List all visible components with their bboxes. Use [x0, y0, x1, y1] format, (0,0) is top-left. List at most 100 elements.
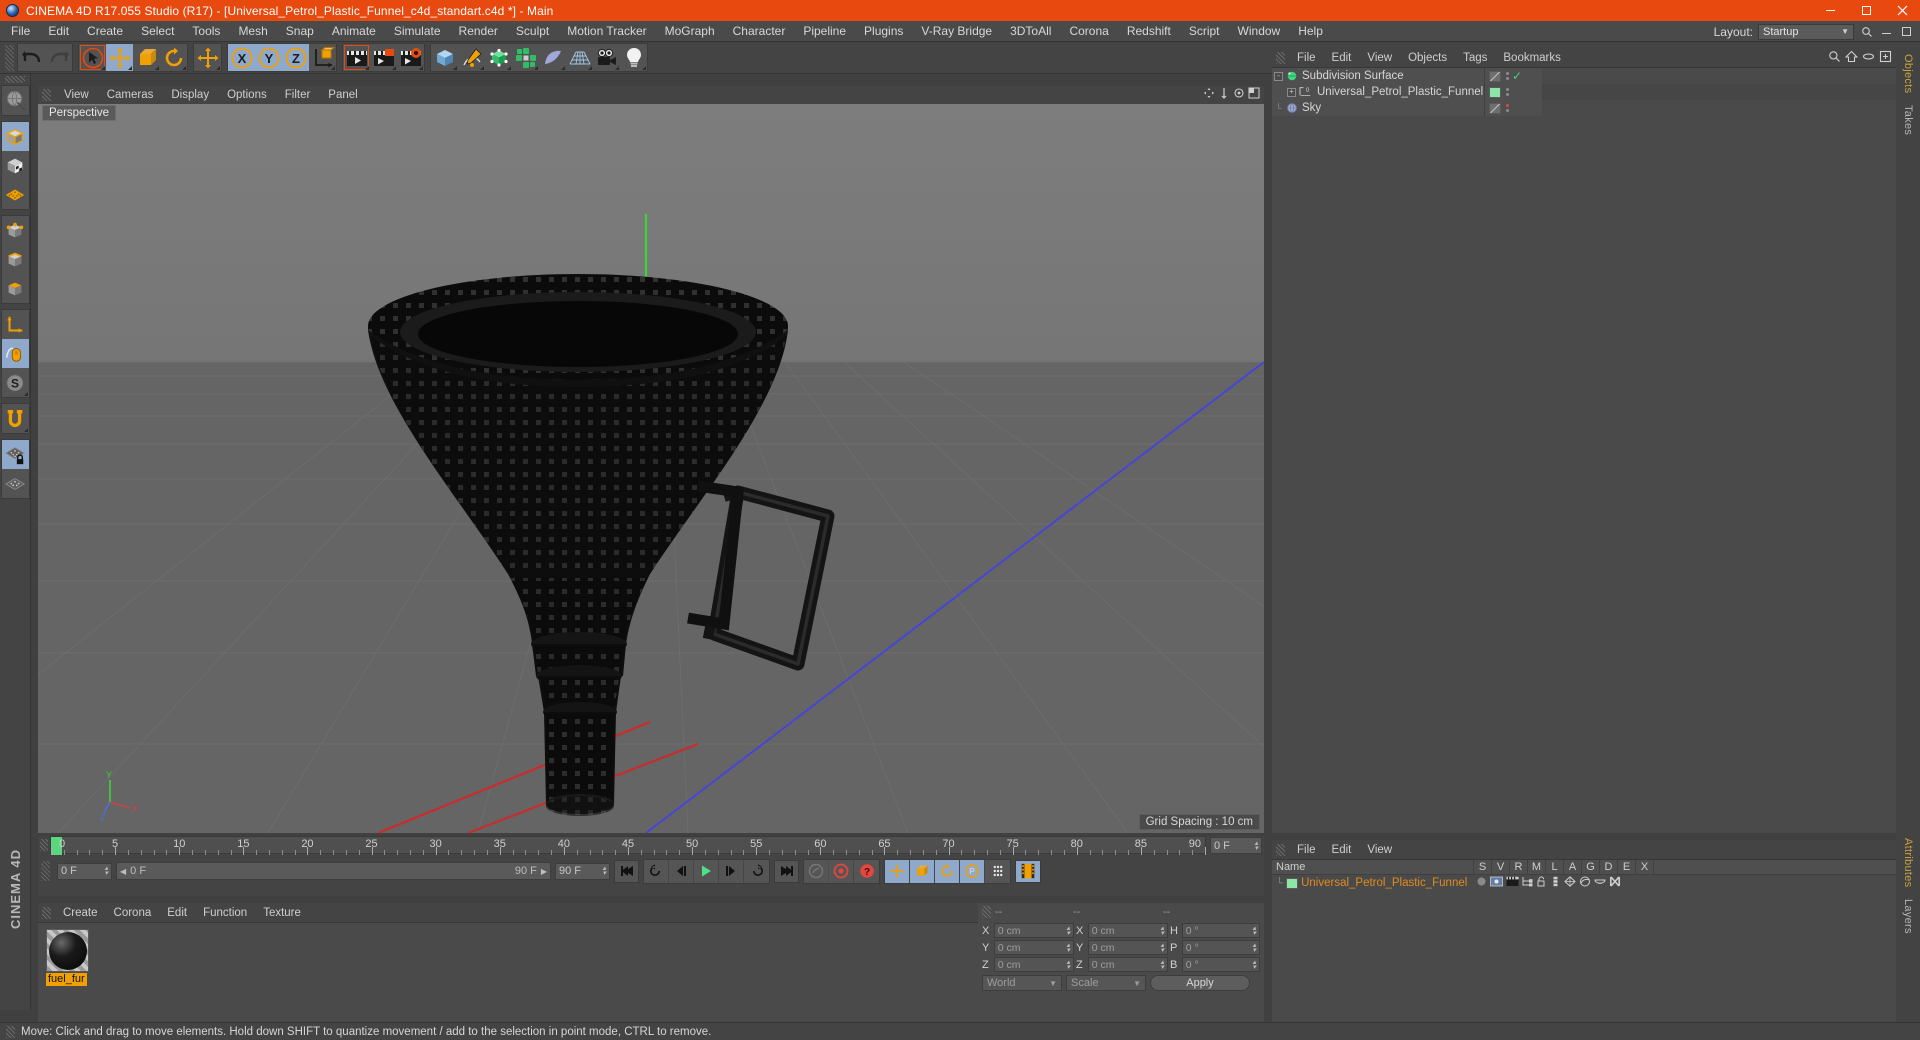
attribute-manager-grip[interactable]	[1276, 843, 1285, 856]
layer-icon[interactable]	[1862, 50, 1875, 66]
add-light-button[interactable]	[620, 44, 647, 71]
new-view-icon[interactable]	[1879, 50, 1892, 66]
menu-item-file[interactable]: File	[2, 21, 39, 42]
attribute-row[interactable]: └ Universal_Petrol_Plastic_Funnel	[1272, 875, 1896, 891]
visibility-tag-icon[interactable]	[1490, 876, 1503, 890]
object-tag-area[interactable]	[1542, 84, 1896, 100]
object-tag-area[interactable]	[1542, 100, 1896, 116]
menu-item-window[interactable]: Window	[1229, 21, 1290, 42]
range-left-arrow-icon[interactable]: ◀	[120, 867, 126, 876]
menu-item-corona[interactable]: Corona	[1060, 21, 1117, 42]
transform-mode-dropdown[interactable]: Scale ▼	[1066, 975, 1146, 991]
rotation-p-field[interactable]: 0 ° ▴ ▾	[1181, 940, 1260, 955]
object-tag-area[interactable]	[1542, 68, 1896, 84]
position-x-field[interactable]: 0 cm ▴ ▾	[993, 923, 1074, 938]
render-to-picture-viewer-button[interactable]	[370, 44, 397, 71]
left-toolbar-grip[interactable]	[5, 76, 25, 83]
viewport-menu-options[interactable]: Options	[218, 86, 276, 104]
maximize-button[interactable]	[1848, 0, 1884, 21]
edge-mode-button[interactable]	[2, 245, 29, 274]
object-name[interactable]: Universal_Petrol_Plastic_Funnel	[1317, 86, 1483, 98]
home-icon[interactable]	[1844, 50, 1859, 66]
layout-dropdown[interactable]: Startup ▼	[1758, 23, 1854, 40]
object-manager-menu-objects[interactable]: Objects	[1400, 48, 1455, 68]
menu-item-snap[interactable]: Snap	[277, 21, 323, 42]
pan-icon[interactable]	[1203, 87, 1215, 102]
search-icon[interactable]	[1828, 50, 1841, 66]
move-tool-button[interactable]	[106, 44, 133, 71]
object-manager-menu-tags[interactable]: Tags	[1455, 48, 1495, 68]
add-mograph-button[interactable]	[512, 44, 539, 71]
size-z-field[interactable]: 0 cm ▴ ▾	[1087, 957, 1168, 972]
enable-snapping-button[interactable]	[2, 404, 29, 433]
expression-tag-icon[interactable]	[1594, 876, 1606, 890]
undo-button[interactable]	[18, 44, 45, 71]
coordinates-grip[interactable]	[982, 906, 991, 918]
size-x-field[interactable]: 0 cm ▴ ▾	[1087, 923, 1168, 938]
search-icon[interactable]	[1859, 24, 1874, 39]
add-cube-button[interactable]	[431, 44, 458, 71]
size-y-field[interactable]: 0 cm ▴ ▾	[1087, 940, 1168, 955]
autokeying-button[interactable]: ?	[854, 860, 879, 883]
move-duplicate-button[interactable]	[194, 44, 221, 71]
object-visibility-swatch[interactable]	[1489, 70, 1501, 82]
timeline-start-field[interactable]: 0 F ▴ ▾	[57, 862, 112, 880]
menu-item-simulate[interactable]: Simulate	[385, 21, 450, 42]
viewport-menu-filter[interactable]: Filter	[276, 86, 320, 104]
menu-item-sculpt[interactable]: Sculpt	[507, 21, 558, 42]
visibility-dots-icon[interactable]	[1506, 88, 1509, 96]
menu-item-edit[interactable]: Edit	[39, 21, 78, 42]
menu-item-plugins[interactable]: Plugins	[855, 21, 912, 42]
add-spline-button[interactable]	[458, 44, 485, 71]
menu-item-redshift[interactable]: Redshift	[1118, 21, 1180, 42]
rotation-h-field[interactable]: 0 ° ▴ ▾	[1181, 923, 1260, 938]
render-tag-icon[interactable]	[1506, 876, 1519, 890]
model-mode-button[interactable]	[1, 122, 29, 151]
timeline-ruler[interactable]: 0 5 10 15 20 25 30 35 40 45 50 55 60 65 70 75 80 85 90	[50, 836, 1206, 855]
move-icon[interactable]	[1218, 87, 1230, 102]
stepper-icon[interactable]: ▴ ▾	[1160, 925, 1164, 937]
x-axis-lock-button[interactable]: X	[228, 44, 255, 71]
generator-tag-icon[interactable]	[1564, 876, 1576, 890]
coord-system-dropdown[interactable]: World ▼	[982, 975, 1062, 991]
stepper-icon[interactable]: ▴ ▾	[1254, 840, 1258, 852]
step-back-button[interactable]	[669, 859, 694, 883]
viewport-menu-grip[interactable]	[42, 89, 51, 101]
stepper-icon[interactable]: ▴ ▾	[1160, 942, 1164, 954]
stepper-icon[interactable]: ▴ ▾	[104, 865, 108, 877]
visibility-dots-icon[interactable]	[1506, 72, 1509, 80]
current-frame-field[interactable]: 0 F ▴ ▾	[1210, 837, 1262, 854]
rotate-tool-button[interactable]	[160, 44, 187, 71]
lock-workplane-button[interactable]	[1, 440, 29, 469]
object-manager-menu-file[interactable]: File	[1289, 48, 1324, 68]
viewport-menu-panel[interactable]: Panel	[319, 86, 366, 104]
status-bar-grip[interactable]	[6, 1025, 15, 1038]
workplane-mode-button[interactable]	[2, 180, 29, 209]
viewport-menu-cameras[interactable]: Cameras	[98, 86, 163, 104]
object-tree-row[interactable]: - Subdivision Surface ✓	[1272, 68, 1896, 84]
object-name[interactable]: Sky	[1302, 102, 1321, 114]
add-camera-button[interactable]	[593, 44, 620, 71]
material-thumbnail[interactable]	[46, 929, 89, 972]
menu-item-script[interactable]: Script	[1180, 21, 1229, 42]
scale-tool-s-button[interactable]: S	[2, 368, 29, 397]
viewport-menu-display[interactable]: Display	[162, 86, 218, 104]
apply-button[interactable]: Apply	[1150, 975, 1250, 991]
stepper-icon[interactable]: ▴ ▾	[1252, 959, 1256, 971]
minimize-layout-icon[interactable]	[1879, 24, 1894, 39]
material-manager-grip[interactable]	[42, 906, 51, 919]
material-name[interactable]: fuel_fur	[46, 973, 87, 986]
viewport-solo-button[interactable]	[1, 339, 29, 368]
object-tree-row[interactable]: +0 Universal_Petrol_Plastic_Funnel	[1272, 84, 1896, 100]
menu-item-tools[interactable]: Tools	[183, 21, 229, 42]
xpresso-tag-icon[interactable]	[1609, 876, 1621, 890]
visibility-dots-icon[interactable]	[1506, 104, 1509, 112]
z-axis-lock-button[interactable]: Z	[282, 44, 309, 71]
object-visibility-swatch[interactable]	[1489, 102, 1501, 114]
point-mode-button[interactable]	[2, 216, 29, 245]
menu-item-motion-tracker[interactable]: Motion Tracker	[558, 21, 655, 42]
go-to-end-button[interactable]	[774, 859, 799, 883]
menu-item-animate[interactable]: Animate	[323, 21, 385, 42]
stepper-icon[interactable]: ▴ ▾	[1066, 925, 1070, 937]
key-param-button[interactable]: P	[960, 859, 985, 883]
